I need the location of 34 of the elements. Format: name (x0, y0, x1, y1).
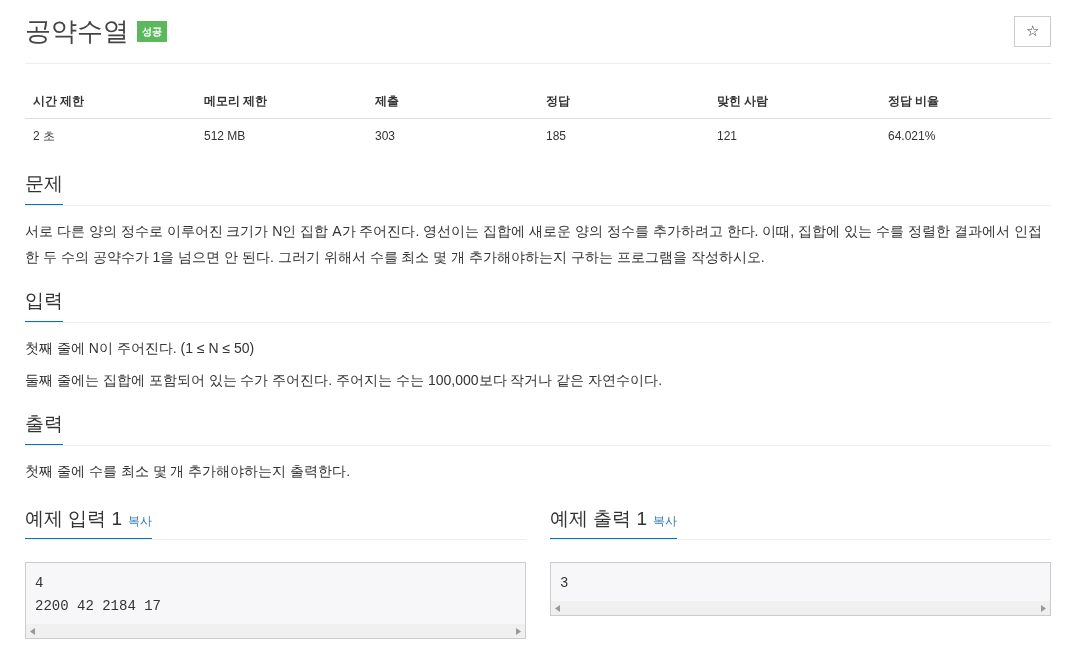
result-label: 성공 (137, 21, 167, 43)
section-heading: 입력 (25, 290, 63, 322)
horizontal-scrollbar[interactable] (551, 601, 1050, 616)
problem-title: 공약수열 (25, 16, 129, 48)
section-heading: 출력 (25, 412, 63, 445)
section-heading: 문제 (25, 173, 63, 205)
column-header: 정답 비율 (880, 84, 1051, 119)
table-cell: 512 MB (196, 118, 367, 154)
code-text: 4 2200 42 2184 17 (34, 574, 163, 617)
table-cell: 185 (538, 118, 709, 154)
column-header: 맞힌 사람 (709, 84, 880, 119)
column-header: 메모리 제한 (196, 84, 367, 119)
table-cell: 303 (367, 118, 538, 154)
paragraph: 서로 다른 양의 정수로 이루어진 크기가 N인 집합 A가 주어진다. 영선이는 집합에 새로운 양의 정수를 추가하려고 한다. 이때, 집합에 있는 수를 정렬한 결과에서 인접한 두 수의 공약수가 1을 넘으면 안 된다. 그러기 위해서 수를 최소 몇 개 추가해야하는지 구하는 프로그램을 작성하시오. (25, 222, 1043, 267)
copy-link[interactable]: 복사 (128, 513, 153, 528)
paragraph: 첫째 줄에 수를 최소 몇 개 추가해야하는지 출력한다. (25, 461, 352, 481)
horizontal-scrollbar[interactable] (26, 624, 525, 639)
scroll-left-icon[interactable] (555, 604, 560, 612)
column-header: 시간 제한 (25, 84, 196, 119)
column-header: 제출 (367, 84, 538, 119)
sample-heading: 예제 입력 1 (25, 507, 123, 529)
table-cell: 121 (709, 118, 880, 154)
code-text: 3 (559, 574, 570, 594)
scroll-right-icon[interactable] (516, 627, 521, 635)
star-button[interactable]: ☆ (1014, 16, 1051, 47)
paragraph: 둘째 줄에는 집합에 포함되어 있는 수가 주어진다. 주어지는 수는 100,000보다 작거나 같은 자연수이다. (25, 370, 664, 390)
paragraph: 첫째 줄에 N이 주어진다. (1 ≤ N ≤ 50) (25, 338, 256, 358)
column-header: 정답 (538, 84, 709, 119)
scroll-right-icon[interactable] (1041, 604, 1046, 612)
table-cell: 2 초 (25, 118, 196, 154)
copy-link[interactable]: 복사 (653, 513, 678, 528)
table-cell: 64.021% (880, 118, 1051, 154)
scroll-left-icon[interactable] (30, 627, 35, 635)
sample-heading: 예제 출력 1 (550, 507, 648, 529)
